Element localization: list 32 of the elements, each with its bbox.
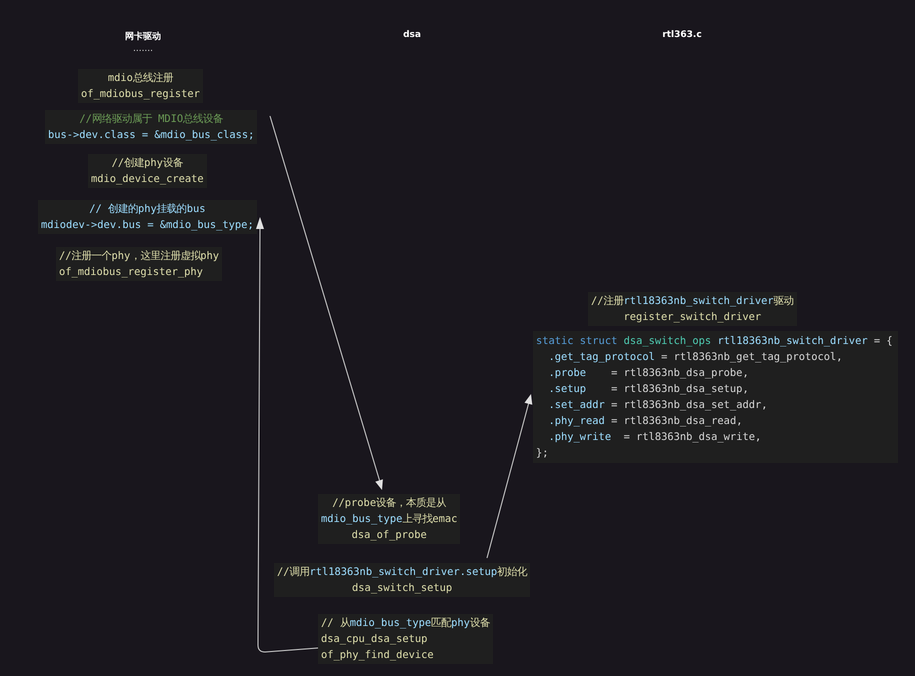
code-line: mdiodev->dev.bus = &mdio_bus_type;	[41, 218, 254, 233]
code-line: //网络驱动属于 MDIO总线设备	[78, 112, 224, 127]
ellipsis: .......	[132, 44, 154, 54]
code-line: //注册rtl18363nb_switch_driver驱动	[591, 294, 794, 309]
code-line: .get_tag_protocol = rtl8363nb_get_tag_protocol,	[548, 350, 844, 365]
code-line: // 从mdio_bus_type匹配phy设备	[321, 616, 490, 631]
code-line: dsa_cpu_dsa_setup	[321, 632, 428, 647]
code-line: of_mdiobus_register	[81, 87, 200, 102]
code-line: mdio_bus_type上寻找emac	[321, 512, 458, 527]
column-title: rtl363.c	[662, 30, 702, 40]
code-line: dsa_of_probe	[350, 528, 428, 543]
code-line: bus->dev.class = &mdio_bus_class;	[48, 128, 254, 143]
column-title: dsa	[403, 30, 421, 40]
code-line: //注册一个phy，这里注册虚拟phy	[59, 249, 220, 264]
code-line: //调用rtl18363nb_switch_driver.setup初始化	[277, 565, 528, 580]
code-line: dsa_switch_setup	[351, 581, 454, 596]
code-line: register_switch_driver	[622, 310, 762, 325]
code-line: of_mdiobus_register_phy	[59, 265, 204, 280]
code-line: // 创建的phy挂载的bus	[88, 202, 206, 217]
code-line: mdio总线注册	[106, 71, 174, 86]
code-line: .phy_read = rtl8363nb_dsa_read,	[548, 414, 744, 429]
code-line: of_phy_find_device	[321, 648, 435, 663]
code-line: //创建phy设备	[110, 156, 184, 171]
code-line: .setup = rtl8363nb_dsa_setup,	[548, 382, 750, 397]
code-line: mdio_device_create	[91, 172, 204, 187]
code-line: //probe设备，本质是从	[331, 496, 448, 511]
code-line: .probe = rtl8363nb_dsa_probe,	[548, 366, 750, 381]
code-line: };	[536, 446, 550, 461]
column-title: 网卡驱动	[125, 30, 161, 43]
code-line: .set_addr = rtl8363nb_dsa_set_addr,	[548, 398, 768, 413]
code-line: static struct dsa_switch_ops rtl18363nb_switch_driver = {	[536, 334, 894, 349]
code-line: .phy_write = rtl8363nb_dsa_write,	[548, 430, 762, 445]
